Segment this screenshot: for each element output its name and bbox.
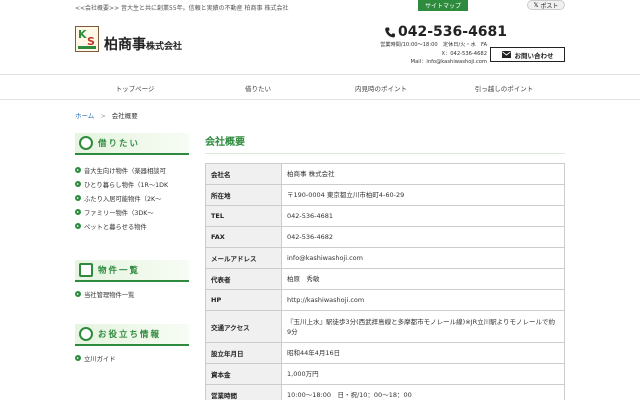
fax-line: X：042-536-4682 [441,50,488,57]
nav-item-moving-points[interactable]: 引っ越しのポイント [444,75,564,101]
nav-item-top[interactable]: トップページ [75,75,195,101]
table-row: メールアドレス info@kashiwashoji.com [205,247,565,269]
sidebar-item-label: ふたり入居可能物件（2K～ [84,195,162,203]
sitemap-button[interactable]: サイトマップ [418,0,468,11]
nav-item-viewing-points[interactable]: 内見時のポイント [321,75,441,101]
table-row: HP http://kashiwashoji.com [205,289,565,311]
row-label: 資本金 [205,363,282,385]
sidebar-item-label: 立川ガイド [84,355,116,363]
row-label: 交通アクセス [205,310,282,343]
logo-bar [78,46,96,49]
arrow-icon [75,167,81,173]
lightbulb-icon [79,327,93,341]
row-label: 所在地 [205,184,282,206]
logo-letter-k: K [78,28,87,41]
row-value: 柏商事 株式会社 [281,163,565,185]
sidebar-heading-text: 借りたい [98,139,141,149]
phone-number-text: 042-536-4681 [398,24,508,40]
table-row: 会社名 柏商事 株式会社 [205,163,565,185]
company-info-table: 会社名 柏商事 株式会社 所在地 〒190-0004 東京都立川市柏町4-60-29… [205,163,565,400]
site-header: K S 柏商事株式会社 042-536-4681 営業時間/10:00～18:0… [0,14,640,74]
table-row: 交通アクセス 『玉川上水』駅徒歩3分(西武拝島線と多摩都市モノレール線)※JR立川… [205,310,565,343]
row-label: FAX [205,226,282,248]
row-value: info@kashiwashoji.com [281,247,565,269]
sidebar-heading-text: 物件一覧 [98,266,141,276]
x-icon: 𝕏 [533,1,539,9]
row-label: メールアドレス [205,247,282,269]
arrow-icon [75,223,81,229]
sidebar-heading-text: お役立ち情報 [98,330,162,340]
table-row: FAX 042-536-4682 [205,226,565,248]
business-hours: 営業時間/10:00～18:00 定休日/火・水 FA X：042-536-46… [375,41,487,67]
row-value: 042-536-4681 [281,205,565,227]
sidebar-item-family[interactable]: ファミリー物件（3DK～ [75,205,189,219]
row-value: 〒190-0004 東京都立川市柏町4-60-29 [281,184,565,206]
row-label: 代表者 [205,268,282,290]
row-value: http://kashiwashoji.com [281,289,565,311]
list-icon [79,263,93,277]
breadcrumb-home[interactable]: ホーム [75,112,94,120]
table-row: 営業時間 10:00～18:00 日・祝/10：00～18：00 [205,384,565,400]
table-row: 所在地 〒190-0004 東京都立川市柏町4-60-29 [205,184,565,206]
row-value: 『玉川上水』駅徒歩3分(西武拝島線と多摩都市モノレール線)※JR立川駅よりモノレ… [281,310,565,343]
arrow-icon [75,195,81,201]
sidebar-item-tachikawa-guide[interactable]: 立川ガイド [75,351,189,365]
table-row: TEL 042-536-4681 [205,205,565,227]
sidebar-item-couple[interactable]: ふたり入居可能物件（2K～ [75,191,189,205]
row-value: 10:00～18:00 日・祝/10：00～18：00 [281,384,565,400]
x-post-button[interactable]: 𝕏 ポスト [527,0,565,10]
company-name-suffix: 株式会社 [146,42,183,52]
breadcrumb-current: 会社概要 [111,112,138,120]
sidebar-heading-listings: 物件一覧 [75,260,189,282]
arrow-icon [75,209,81,215]
sidebar-item-label: ファミリー物件（3DK～ [84,209,154,217]
hours-line: 営業時間/10:00～18:00 定休日/火・水 FA [380,42,487,48]
sidebar-item-pets[interactable]: ペットと暮らせる物件 [75,219,189,233]
table-row: 資本金 1,000万円 [205,363,565,385]
breadcrumb: ホーム > 会社概要 [75,110,138,120]
company-name-main: 柏商事 [104,37,146,53]
row-value: 昭和44年4月16日 [281,342,565,364]
arrow-icon [75,181,81,187]
phone-number[interactable]: 042-536-4681 [385,24,507,40]
row-label: HP [205,289,282,311]
row-label: 営業時間 [205,384,282,400]
main-content: 会社概要 会社名 柏商事 株式会社 所在地 〒190-0004 東京都立川市柏町4-… [205,133,565,400]
sidebar-item-label: 音大生向け物件（楽器相談可 [84,167,166,175]
phone-icon [385,27,395,37]
page-title: 会社概要 [205,133,565,154]
sidebar-heading-useful-info: お役立ち情報 [75,324,189,346]
row-label: TEL [205,205,282,227]
row-label: 設立年月日 [205,342,282,364]
top-bar: <<会社概要>> 音大生と共に創業55年。信頼と実績の不動産 柏商事 株式会社 … [0,0,640,14]
company-name[interactable]: 柏商事株式会社 [104,34,182,54]
contact-button-label: お問い合わせ [514,51,554,60]
arrow-icon [75,355,81,361]
company-logo[interactable]: K S [75,26,99,52]
site-tagline: <<会社概要>> 音大生と共に創業55年。信頼と実績の不動産 柏商事 株式会社 [75,5,289,12]
sidebar-item-managed-listings[interactable]: 当社管理物件一覧 [75,287,189,301]
global-nav: トップページ 借りたい 内見時のポイント 引っ越しのポイント [0,74,640,100]
sidebar-item-single[interactable]: ひとり暮らし物件（1R～1DK [75,177,189,191]
sidebar-item-music-students[interactable]: 音大生向け物件（楽器相談可 [75,163,189,177]
row-label: 会社名 [205,163,282,185]
sidebar-item-label: 当社管理物件一覧 [84,291,135,299]
row-value: 042-536-4682 [281,226,565,248]
contact-button[interactable]: お問い合わせ [490,47,565,62]
arrow-icon [75,291,81,297]
mail-line: Mail：info@kashiwashoji.com [410,59,487,65]
table-row: 代表者 柏原 秀敏 [205,268,565,290]
sidebar-item-label: ペットと暮らせる物件 [84,223,147,231]
row-value: 柏原 秀敏 [281,268,565,290]
sidebar-heading-rent: 借りたい [75,133,189,155]
sidebar-item-label: ひとり暮らし物件（1R～1DK [84,181,169,189]
sidebar: 借りたい 音大生向け物件（楽器相談可 ひとり暮らし物件（1R～1DK ふたり入居… [75,133,189,365]
row-value: 1,000万円 [281,363,565,385]
table-row: 設立年月日 昭和44年4月16日 [205,342,565,364]
x-post-label: ポスト [540,2,559,10]
magnifier-icon [79,136,93,150]
breadcrumb-separator: > [100,112,106,120]
nav-item-rent[interactable]: 借りたい [198,75,318,101]
mail-icon [501,51,511,58]
